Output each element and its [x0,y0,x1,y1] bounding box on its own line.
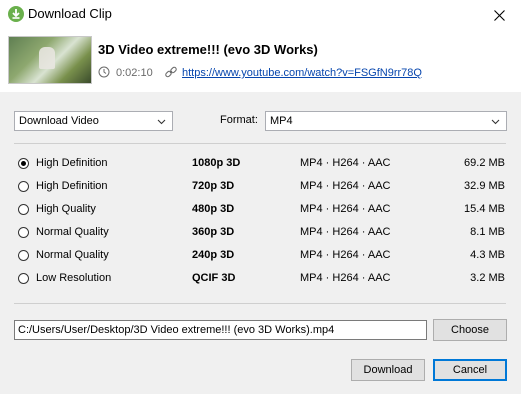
format-label: Format: [220,114,258,126]
codec-label: MP4 · H264 · AAC [300,272,391,284]
resolution-label: 360p 3D [192,226,235,238]
quality-option[interactable]: Normal Quality 360p 3D MP4 · H264 · AAC … [0,223,521,243]
resolution-label: 1080p 3D [192,157,241,169]
quality-label: High Definition [36,180,108,192]
radio-button[interactable] [18,250,29,261]
link-icon [165,66,177,78]
app-download-icon [8,6,24,22]
quality-option[interactable]: Low Resolution QCIF 3D MP4 · H264 · AAC … [0,269,521,289]
codec-label: MP4 · H264 · AAC [300,203,391,215]
file-size: 15.4 MB [464,203,505,215]
codec-label: MP4 · H264 · AAC [300,157,391,169]
quality-option[interactable]: High Definition 1080p 3D MP4 · H264 · AA… [0,154,521,174]
video-thumbnail [8,36,92,84]
resolution-label: 480p 3D [192,203,235,215]
file-size: 69.2 MB [464,157,505,169]
chevron-down-icon [157,119,166,125]
resolution-label: QCIF 3D [192,272,236,284]
file-size: 4.3 MB [470,249,505,261]
title-bar: Download Clip [0,0,521,30]
save-path-input[interactable]: C:/Users/User/Desktop/3D Video extreme!!… [14,320,427,340]
resolution-label: 240p 3D [192,249,235,261]
cancel-button[interactable]: Cancel [433,359,507,381]
quality-label: Normal Quality [36,249,109,261]
video-url-link[interactable]: https://www.youtube.com/watch?v=FSGfN9rr… [182,67,422,79]
radio-button[interactable] [18,181,29,192]
quality-label: High Quality [36,203,96,215]
quality-option[interactable]: High Definition 720p 3D MP4 · H264 · AAC… [0,177,521,197]
download-button[interactable]: Download [351,359,425,381]
quality-label: Low Resolution [36,272,112,284]
video-info-header: 3D Video extreme!!! (evo 3D Works) 0:02:… [0,30,521,92]
format-value: MP4 [270,115,293,127]
radio-button[interactable] [18,227,29,238]
video-duration: 0:02:10 [116,67,153,79]
close-icon[interactable] [477,0,521,30]
window-title: Download Clip [28,6,112,21]
choose-button[interactable]: Choose [433,319,507,341]
file-size: 8.1 MB [470,226,505,238]
radio-button[interactable] [18,204,29,215]
download-type-select[interactable]: Download Video [14,111,173,131]
codec-label: MP4 · H264 · AAC [300,249,391,261]
clock-icon [98,66,110,78]
quality-label: Normal Quality [36,226,109,238]
codec-label: MP4 · H264 · AAC [300,180,391,192]
video-title: 3D Video extreme!!! (evo 3D Works) [98,42,318,57]
file-size: 32.9 MB [464,180,505,192]
resolution-label: 720p 3D [192,180,235,192]
quality-option[interactable]: High Quality 480p 3D MP4 · H264 · AAC 15… [0,200,521,220]
quality-label: High Definition [36,157,108,169]
chevron-down-icon [491,119,500,125]
separator [14,143,506,144]
file-size: 3.2 MB [470,272,505,284]
separator [14,303,506,304]
format-select[interactable]: MP4 [265,111,507,131]
quality-option[interactable]: Normal Quality 240p 3D MP4 · H264 · AAC … [0,246,521,266]
radio-button[interactable] [18,158,29,169]
codec-label: MP4 · H264 · AAC [300,226,391,238]
radio-button[interactable] [18,273,29,284]
download-type-value: Download Video [19,115,99,127]
